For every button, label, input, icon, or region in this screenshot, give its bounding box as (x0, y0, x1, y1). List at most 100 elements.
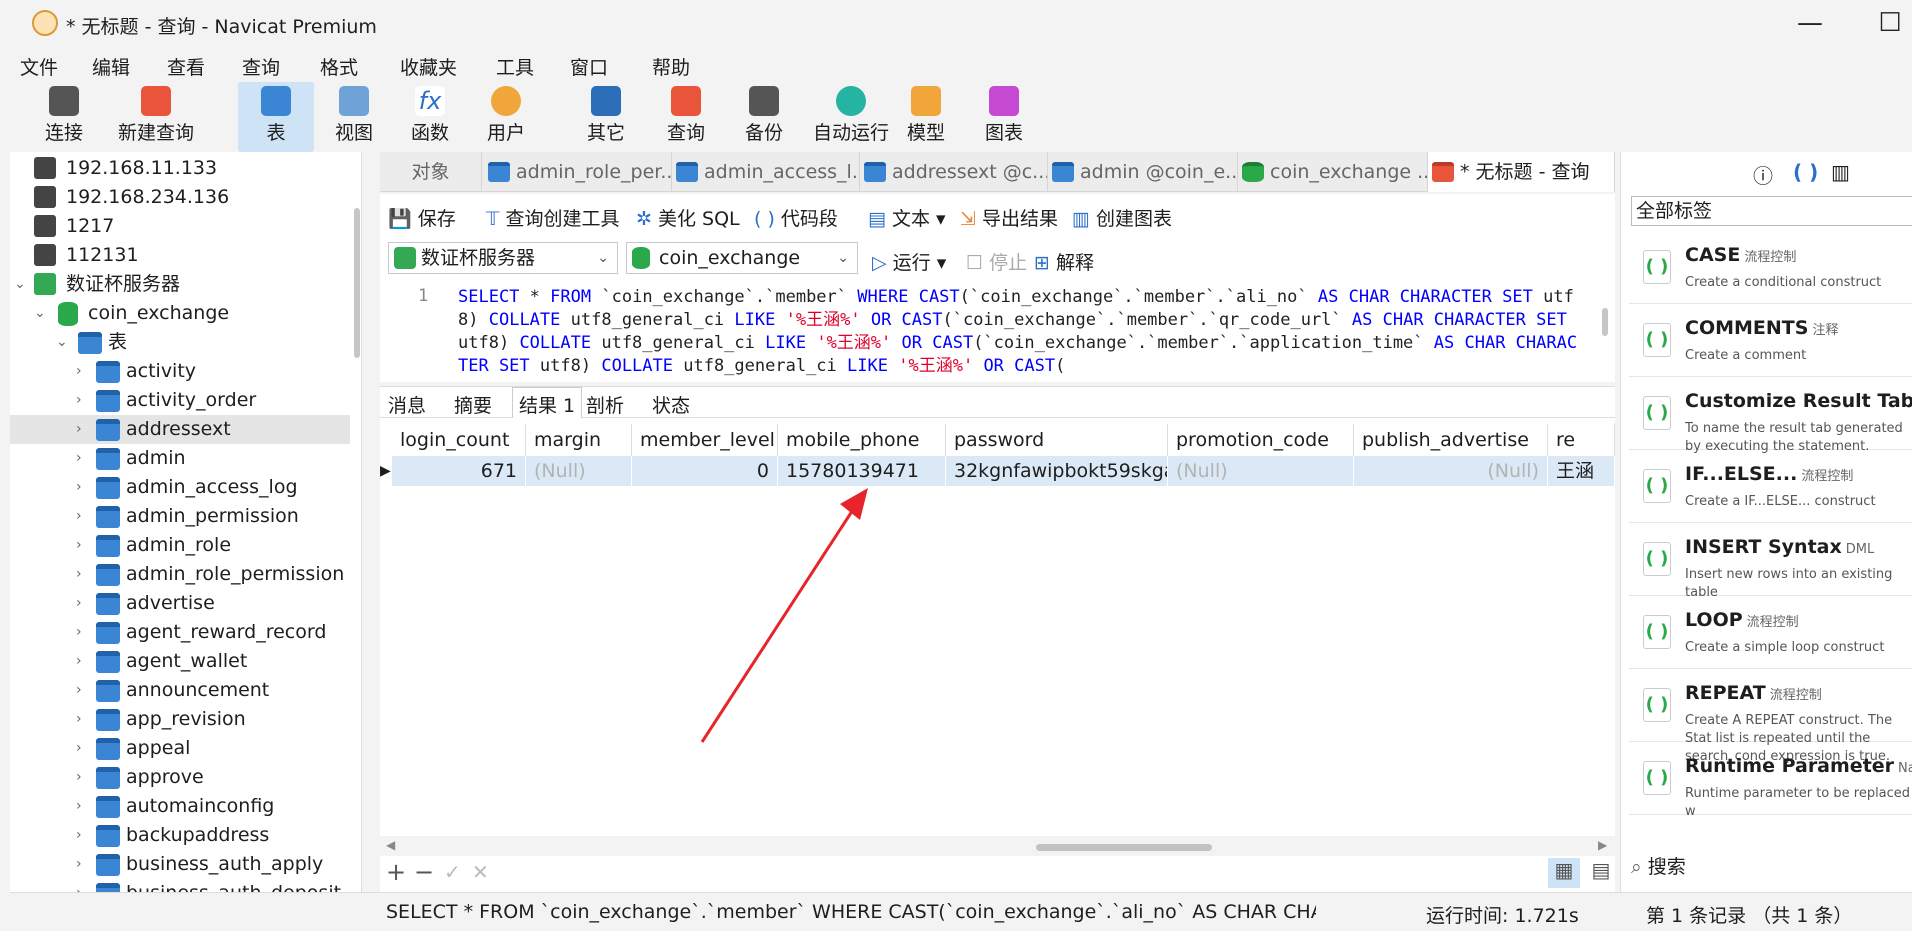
tree-connection-2[interactable]: 1217 (10, 212, 350, 241)
grid-view-icon[interactable]: ▦ (1548, 858, 1580, 888)
menu-edit[interactable]: 编辑 (92, 53, 130, 80)
cell-login-count[interactable]: 671 (392, 456, 526, 486)
tab-admin-role-permission[interactable]: admin_role_per... (484, 152, 672, 192)
menu-window[interactable]: 窗口 (570, 53, 608, 80)
tab-messages[interactable]: 消息 (388, 391, 426, 418)
snippet-icon[interactable]: ( ) (1793, 160, 1818, 184)
column-header[interactable]: password (946, 424, 1168, 456)
other-button[interactable]: 其它 (566, 82, 646, 152)
tree-table-item[interactable]: › business_auth_apply (10, 850, 350, 879)
tree-table-item[interactable]: › appeal (10, 734, 350, 763)
stop-button[interactable]: ☐ 停止 (966, 248, 1027, 275)
model-button[interactable]: 模型 (896, 82, 956, 152)
tree-table-item[interactable]: › agent_wallet (10, 647, 350, 676)
tree-table-item[interactable]: › advertise (10, 589, 350, 618)
add-row-icon[interactable]: + (386, 858, 406, 886)
cell-password[interactable]: 32kgnfawipbokt59skgajs (946, 456, 1168, 486)
tree-tables-folder[interactable]: ⌄ 表 (10, 328, 350, 357)
snippet-button[interactable]: ( ) 代码段 (754, 204, 838, 231)
backup-button[interactable]: 备份 (734, 82, 794, 152)
create-chart-button[interactable]: ▥ 创建图表 (1072, 204, 1172, 231)
snippet-item[interactable]: ( ) REPEAT 流程控制 Create A REPEAT construct. … (1629, 674, 1912, 764)
tree-table-item[interactable]: › admin_role_permission (10, 560, 350, 589)
export-result-button[interactable]: ⇲ 导出结果 (960, 204, 1058, 231)
menu-file[interactable]: 文件 (20, 53, 58, 80)
column-header[interactable]: margin (526, 424, 632, 456)
column-header[interactable]: re (1548, 424, 1615, 456)
menu-tools[interactable]: 工具 (496, 53, 534, 80)
snippet-item[interactable]: ( )Runtime ParameterNavicaRuntime parame… (1629, 747, 1912, 819)
cell-promotion-code[interactable]: (Null) (1168, 456, 1354, 486)
tree-table-item[interactable]: › admin_role (10, 531, 350, 560)
query-button[interactable]: 查询 (656, 82, 716, 152)
editor-scrollbar[interactable] (1602, 308, 1608, 336)
sql-text[interactable]: SELECT * FROM `coin_exchange`.`member` W… (458, 286, 1578, 378)
apply-icon[interactable]: ✓ (444, 860, 461, 884)
snippet-item[interactable]: ( ) INSERT Syntax DML Insert new rows into … (1629, 528, 1912, 600)
tree-table-item[interactable]: › activity_order (10, 386, 350, 415)
run-button[interactable]: ▷ 运行 ▾ (872, 248, 946, 275)
tab-status[interactable]: 状态 (652, 391, 690, 418)
snippet-item[interactable]: ( )Customize Result Tab NaTo name the re… (1629, 382, 1912, 454)
column-header[interactable]: member_level (632, 424, 778, 456)
tree-table-item[interactable]: › backupaddress (10, 821, 350, 850)
tab-admin-access-log[interactable]: admin_access_l... (672, 152, 860, 192)
tree-table-item[interactable]: › agent_reward_record (10, 618, 350, 647)
tag-filter-select[interactable]: 全部标签 (1631, 196, 1912, 226)
new-query-button[interactable]: 新建查询 (106, 82, 206, 152)
tree-connection-0[interactable]: 192.168.11.133 (10, 154, 350, 183)
text-button[interactable]: ▤ 文本 ▾ (868, 204, 946, 231)
snippet-item[interactable]: ( ) COMMENTS 注释 Create a comment (1629, 309, 1912, 377)
explain-button[interactable]: ⊞ 解释 (1034, 248, 1094, 275)
discard-icon[interactable]: ✕ (472, 860, 489, 884)
automation-button[interactable]: 自动运行 (806, 82, 896, 152)
user-button[interactable]: 用户 (476, 82, 536, 152)
form-view-icon[interactable]: ▤ (1586, 858, 1616, 888)
snippet-item[interactable]: ( ) CASE 流程控制 Create a conditional construc… (1629, 236, 1912, 304)
column-header[interactable]: promotion_code (1168, 424, 1354, 456)
tree-table-item[interactable]: › automainconfig (10, 792, 350, 821)
tree-table-item[interactable]: › announcement (10, 676, 350, 705)
tree-table-item[interactable]: ›business_auth_deposit (10, 879, 350, 892)
menu-query[interactable]: 查询 (242, 53, 280, 80)
snippet-item[interactable]: ( ) IF...ELSE... 流程控制 Create a IF...ELSE...… (1629, 455, 1912, 523)
tree-table-item[interactable]: › app_revision (10, 705, 350, 734)
view-button[interactable]: 视图 (324, 82, 384, 152)
maximize-button[interactable]: ☐ (1870, 6, 1910, 40)
save-button[interactable]: 💾 保存 (388, 204, 456, 231)
tree-table-item[interactable]: › addressext (10, 415, 350, 444)
minimize-button[interactable]: — (1790, 6, 1830, 40)
delete-row-icon[interactable]: − (414, 858, 434, 886)
scroll-right-icon[interactable]: ▶ (1598, 838, 1607, 852)
table-button[interactable]: 表 (238, 82, 314, 152)
tab-coin-exchange[interactable]: coin_exchange ... (1238, 152, 1428, 192)
server-select[interactable]: 数证杯服务器 ⌄ (388, 242, 618, 274)
grid-horizontal-scrollbar[interactable]: ◀ ▶ (380, 838, 1615, 856)
tree-table-item[interactable]: › activity (10, 357, 350, 386)
menu-help[interactable]: 帮助 (652, 53, 690, 80)
tab-summary[interactable]: 摘要 (454, 391, 492, 418)
function-button[interactable]: fx 函数 (400, 82, 460, 152)
tree-database[interactable]: ⌄ coin_exchange (10, 299, 350, 328)
tree-table-item[interactable]: › admin_permission (10, 502, 350, 531)
snippet-item[interactable]: ( ) LOOP 流程控制 Create a simple loop construc… (1629, 601, 1912, 669)
tree-table-item[interactable]: › admin (10, 444, 350, 473)
beautify-sql-button[interactable]: ✲ 美化 SQL (636, 204, 740, 231)
snippet-search[interactable]: ⌕ 搜索 (1631, 852, 1912, 882)
tab-result-1[interactable]: 结果 1 (512, 387, 583, 419)
cell-publish-advertise[interactable]: (Null) (1354, 456, 1548, 486)
tree-scrollbar[interactable] (354, 208, 360, 358)
menu-view[interactable]: 查看 (167, 53, 205, 80)
scroll-thumb[interactable] (1036, 844, 1212, 851)
info-icon[interactable]: ⓘ (1753, 160, 1773, 189)
tab-addressext[interactable]: addressext @c... (860, 152, 1048, 192)
cell-margin[interactable]: (Null) (526, 456, 632, 486)
menu-format[interactable]: 格式 (320, 53, 358, 80)
column-header[interactable]: login_count (392, 424, 526, 456)
chart-button[interactable]: 图表 (974, 82, 1034, 152)
scroll-left-icon[interactable]: ◀ (386, 838, 395, 852)
column-header[interactable]: publish_advertise (1354, 424, 1548, 456)
tab-objects[interactable]: 对象 (380, 152, 482, 192)
query-builder-button[interactable]: 𝕋 查询创建工具 (486, 204, 620, 231)
tree-connection-3[interactable]: 112131 (10, 241, 350, 270)
